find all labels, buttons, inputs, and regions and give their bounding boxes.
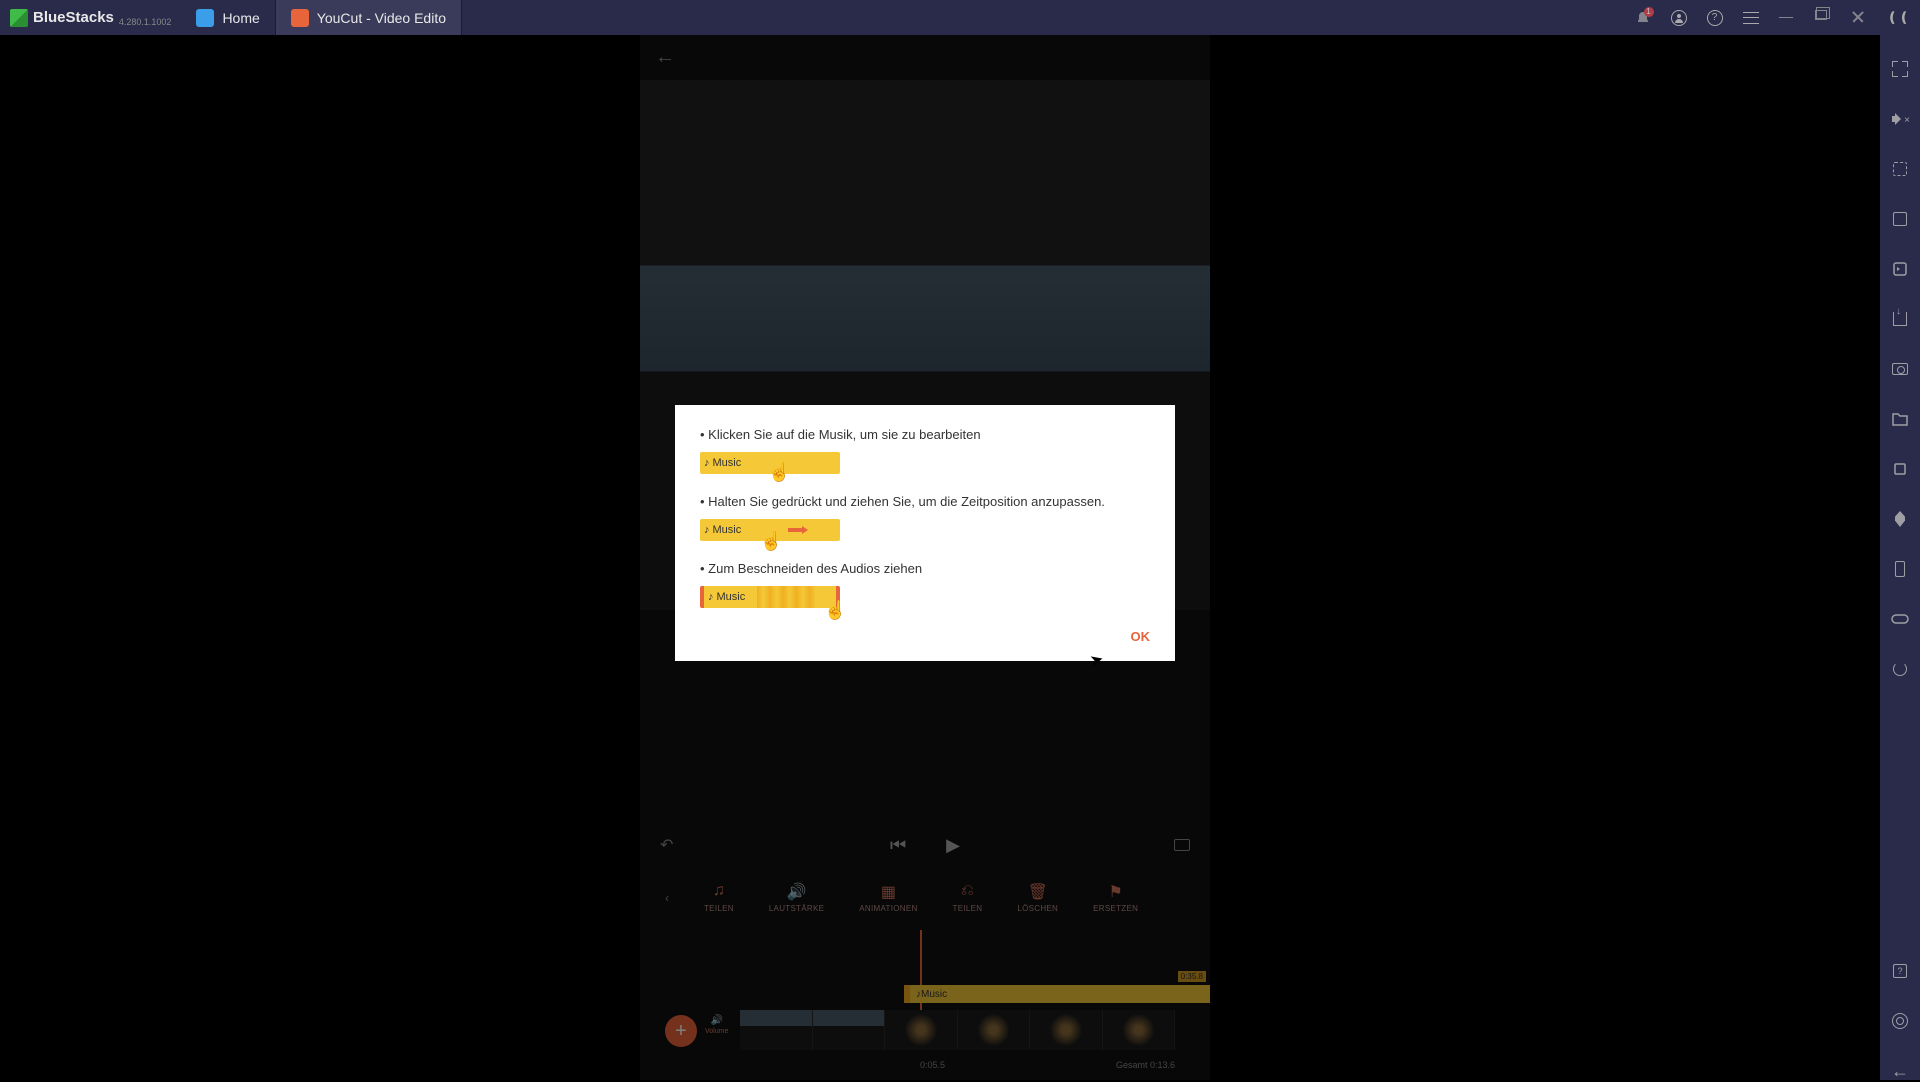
youcut-icon: [291, 9, 309, 27]
app-viewport: ← ↶ ⏮ ▶ ‹ ♫ Teilen 🔊 Lautstärke ▦ Animat…: [640, 35, 1210, 1080]
music-note-icon: ♪: [708, 591, 714, 603]
tab-youcut-label: YouCut - Video Edito: [317, 10, 446, 26]
account-button[interactable]: [1671, 10, 1687, 26]
tab-youcut[interactable]: YouCut - Video Edito: [276, 0, 462, 35]
pointer-hand-icon: ☝: [824, 600, 846, 621]
help-text-drag: • Halten Sie gedrückt und ziehen Sie, um…: [700, 494, 1150, 509]
sync-icon: [1893, 662, 1907, 676]
music-help-dialog: • Klicken Sie auf die Musik, um sie zu b…: [675, 405, 1175, 661]
gamepad-icon: [1891, 613, 1909, 625]
fullscreen-button[interactable]: [1891, 60, 1909, 78]
android-back-button[interactable]: ←: [1891, 1062, 1909, 1080]
music-clip-demo: ♪ Music ☝: [700, 452, 840, 474]
help-text-tap: • Klicken Sie auf die Musik, um sie zu b…: [700, 427, 1150, 442]
ok-button[interactable]: OK: [1131, 629, 1151, 644]
pointer-hand-icon: ☝: [760, 531, 782, 552]
sidebar-help-button[interactable]: ?: [1891, 962, 1909, 980]
pointer-hand-icon: ☝: [768, 462, 790, 483]
minimize-icon: [1779, 17, 1793, 19]
bluestacks-sidebar: × ? ←: [1880, 35, 1920, 1080]
close-icon: [1851, 10, 1865, 24]
pin-icon: [1895, 511, 1905, 527]
keymap-icon: [1893, 162, 1907, 176]
home-icon: [196, 9, 214, 27]
game-controls-button[interactable]: [1891, 610, 1909, 628]
titlebar: BlueStacks 4.280.1.1002 Home YouCut - Vi…: [0, 0, 1920, 35]
sync-button[interactable]: [1891, 660, 1909, 678]
multi-instance-button[interactable]: [1891, 210, 1909, 228]
bluestacks-brand: BlueStacks 4.280.1.1002: [0, 9, 181, 27]
shake-button[interactable]: [1891, 560, 1909, 578]
bluestacks-logo-icon: [10, 9, 28, 27]
phone-icon: [1895, 561, 1905, 577]
help-text-trim: • Zum Beschneiden des Audios ziehen: [700, 561, 1150, 576]
fullscreen-icon: [1892, 61, 1908, 77]
music-note-icon: ♪: [704, 457, 710, 469]
music-clip-demo: ♪ Music ☝: [700, 586, 840, 608]
music-clip-label: Music: [713, 457, 742, 469]
music-clip-demo: ♪ Music ☝: [700, 519, 840, 541]
menu-button[interactable]: [1743, 12, 1759, 24]
volume-button[interactable]: ×: [1891, 110, 1909, 128]
camera-icon: [1892, 363, 1908, 375]
folder-icon: [1892, 412, 1908, 426]
notification-badge: 1: [1644, 7, 1654, 17]
help-item-trim: • Zum Beschneiden des Audios ziehen ♪ Mu…: [700, 561, 1150, 608]
rotate-icon: [1892, 461, 1908, 477]
brand-text: BlueStacks: [33, 9, 114, 26]
window-icon: [1893, 212, 1907, 226]
speaker-muted-icon: ×: [1892, 112, 1908, 126]
music-clip-label: Music: [717, 591, 746, 603]
location-button[interactable]: [1891, 510, 1909, 528]
close-button[interactable]: [1851, 10, 1867, 26]
screenshot-button[interactable]: [1891, 360, 1909, 378]
brand-version: 4.280.1.1002: [119, 17, 172, 27]
settings-button[interactable]: [1891, 1012, 1909, 1030]
keymap-button[interactable]: [1891, 160, 1909, 178]
user-icon: [1674, 13, 1684, 23]
dialog-footer: OK ➤: [700, 628, 1150, 646]
music-clip-label: Music: [713, 524, 742, 536]
help-button[interactable]: ?: [1707, 10, 1723, 26]
rotate-button[interactable]: [1891, 460, 1909, 478]
back-arrow-icon: ←: [1891, 1061, 1909, 1082]
minimize-button[interactable]: [1779, 10, 1795, 26]
media-folder-button[interactable]: [1891, 410, 1909, 428]
help-item-tap: • Klicken Sie auf die Musik, um sie zu b…: [700, 427, 1150, 474]
titlebar-controls: 1 ? ❪❪: [1635, 9, 1910, 26]
tab-home-label: Home: [222, 10, 259, 26]
install-apk-button[interactable]: [1891, 310, 1909, 328]
help-icon: ?: [1893, 964, 1907, 978]
help-item-drag: • Halten Sie gedrückt und ziehen Sie, um…: [700, 494, 1150, 541]
music-note-icon: ♪: [704, 524, 710, 536]
download-icon: [1893, 312, 1907, 326]
tab-home[interactable]: Home: [181, 0, 275, 35]
collapse-sidebar-button[interactable]: ❪❪: [1887, 9, 1910, 26]
macro-icon: [1892, 261, 1908, 277]
notifications-button[interactable]: 1: [1635, 10, 1651, 26]
maximize-button[interactable]: [1815, 10, 1831, 26]
gear-icon: [1892, 1013, 1908, 1029]
maximize-icon: [1815, 10, 1827, 20]
macro-button[interactable]: [1891, 260, 1909, 278]
